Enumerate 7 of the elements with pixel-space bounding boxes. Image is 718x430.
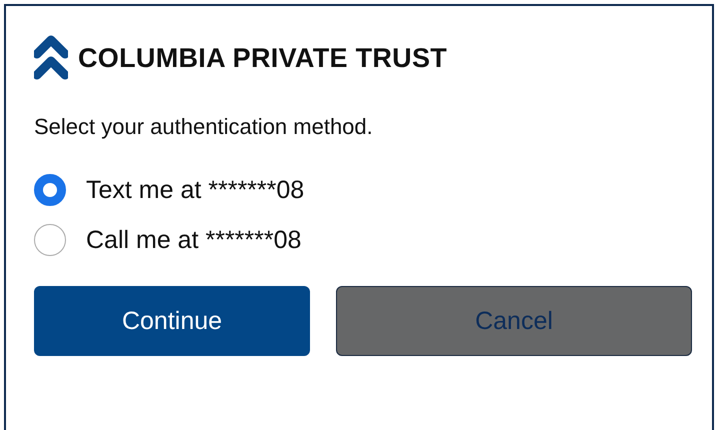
radio-option[interactable]: Call me at *******08: [34, 224, 302, 256]
brand-name: COLUMBIA PRIVATE TRUST: [78, 42, 448, 74]
radio-button[interactable]: [34, 174, 66, 206]
prompt-text: Select your authentication method.: [34, 114, 374, 140]
radio-option[interactable]: Text me at *******08: [34, 174, 304, 206]
radio-button[interactable]: [34, 224, 66, 256]
continue-button[interactable]: Continue: [34, 286, 310, 356]
